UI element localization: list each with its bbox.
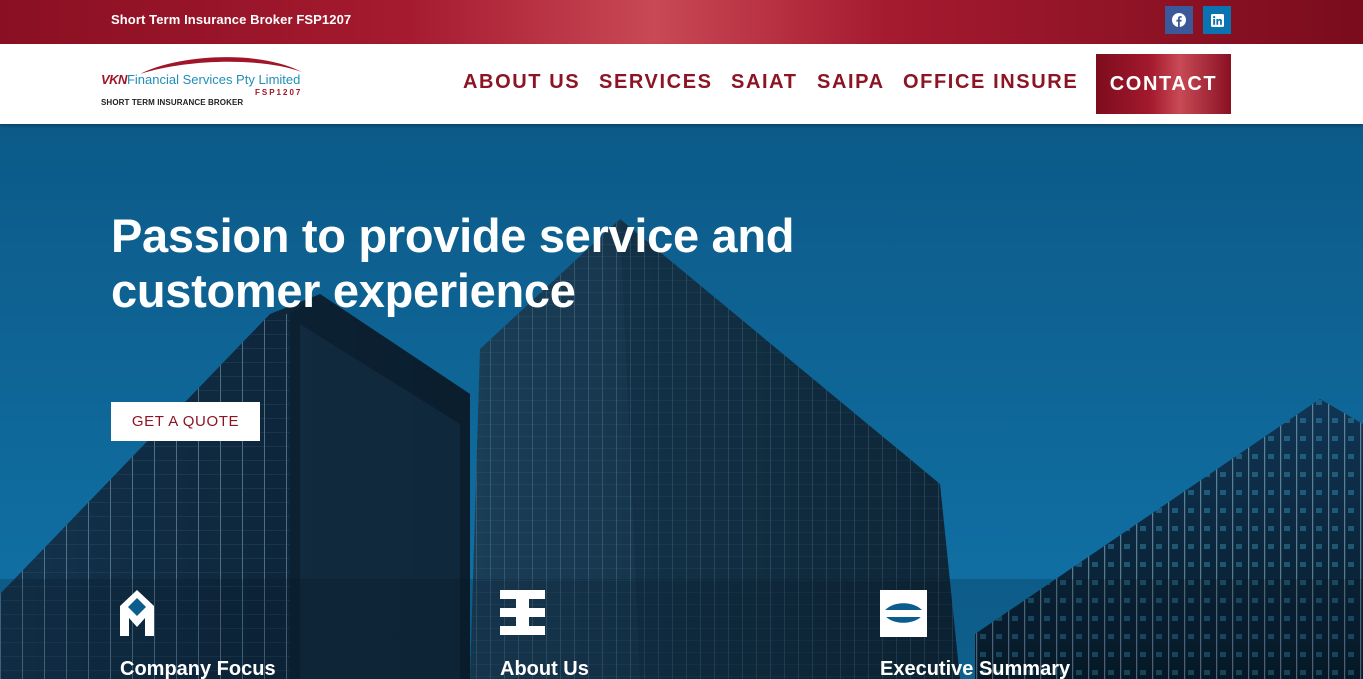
site-header: VKNFinancial Services Pty Limited FSP120… — [0, 44, 1363, 124]
top-bar: Short Term Insurance Broker FSP1207 — [0, 0, 1363, 44]
about-us-icon — [500, 590, 545, 635]
hero-title-line2: customer experience — [111, 264, 576, 317]
linkedin-link[interactable] — [1203, 6, 1231, 34]
nav-office-insure[interactable]: OFFICE INSURE — [903, 71, 1078, 94]
company-logo[interactable]: VKNFinancial Services Pty Limited FSP120… — [100, 52, 310, 112]
facebook-link[interactable] — [1165, 6, 1193, 34]
logo-tagline: SHORT TERM INSURANCE BROKER — [101, 98, 244, 107]
topbar-tagline: Short Term Insurance Broker FSP1207 — [111, 12, 352, 27]
facebook-icon — [1172, 13, 1186, 27]
feature-title: Executive Summary — [880, 658, 1071, 679]
nav-services[interactable]: SERVICES — [599, 71, 713, 94]
feature-title: Company Focus — [120, 658, 276, 679]
get-a-quote-button[interactable]: GET A QUOTE — [111, 402, 260, 441]
nav-saipa[interactable]: SAIPA — [817, 71, 885, 94]
hero-title-line1: Passion to provide service and — [111, 209, 795, 262]
company-focus-icon — [120, 590, 154, 636]
executive-summary-icon — [880, 590, 927, 637]
hero-title: Passion to provide service and customer … — [111, 208, 871, 318]
logo-company-name: Financial Services Pty Limited — [126, 72, 301, 87]
logo-wordmark: VKNFinancial Services Pty Limited — [101, 72, 300, 87]
linkedin-icon — [1210, 13, 1224, 27]
nav-saiat[interactable]: SAIAT — [731, 71, 798, 94]
hero-section: Passion to provide service and customer … — [0, 124, 1363, 679]
feature-title: About Us — [500, 658, 589, 679]
contact-button[interactable]: CONTACT — [1096, 54, 1231, 114]
logo-brand: VKN — [101, 72, 127, 87]
logo-fsp-number: FSP1207 — [255, 88, 303, 97]
nav-about-us[interactable]: ABOUT US — [463, 71, 580, 94]
